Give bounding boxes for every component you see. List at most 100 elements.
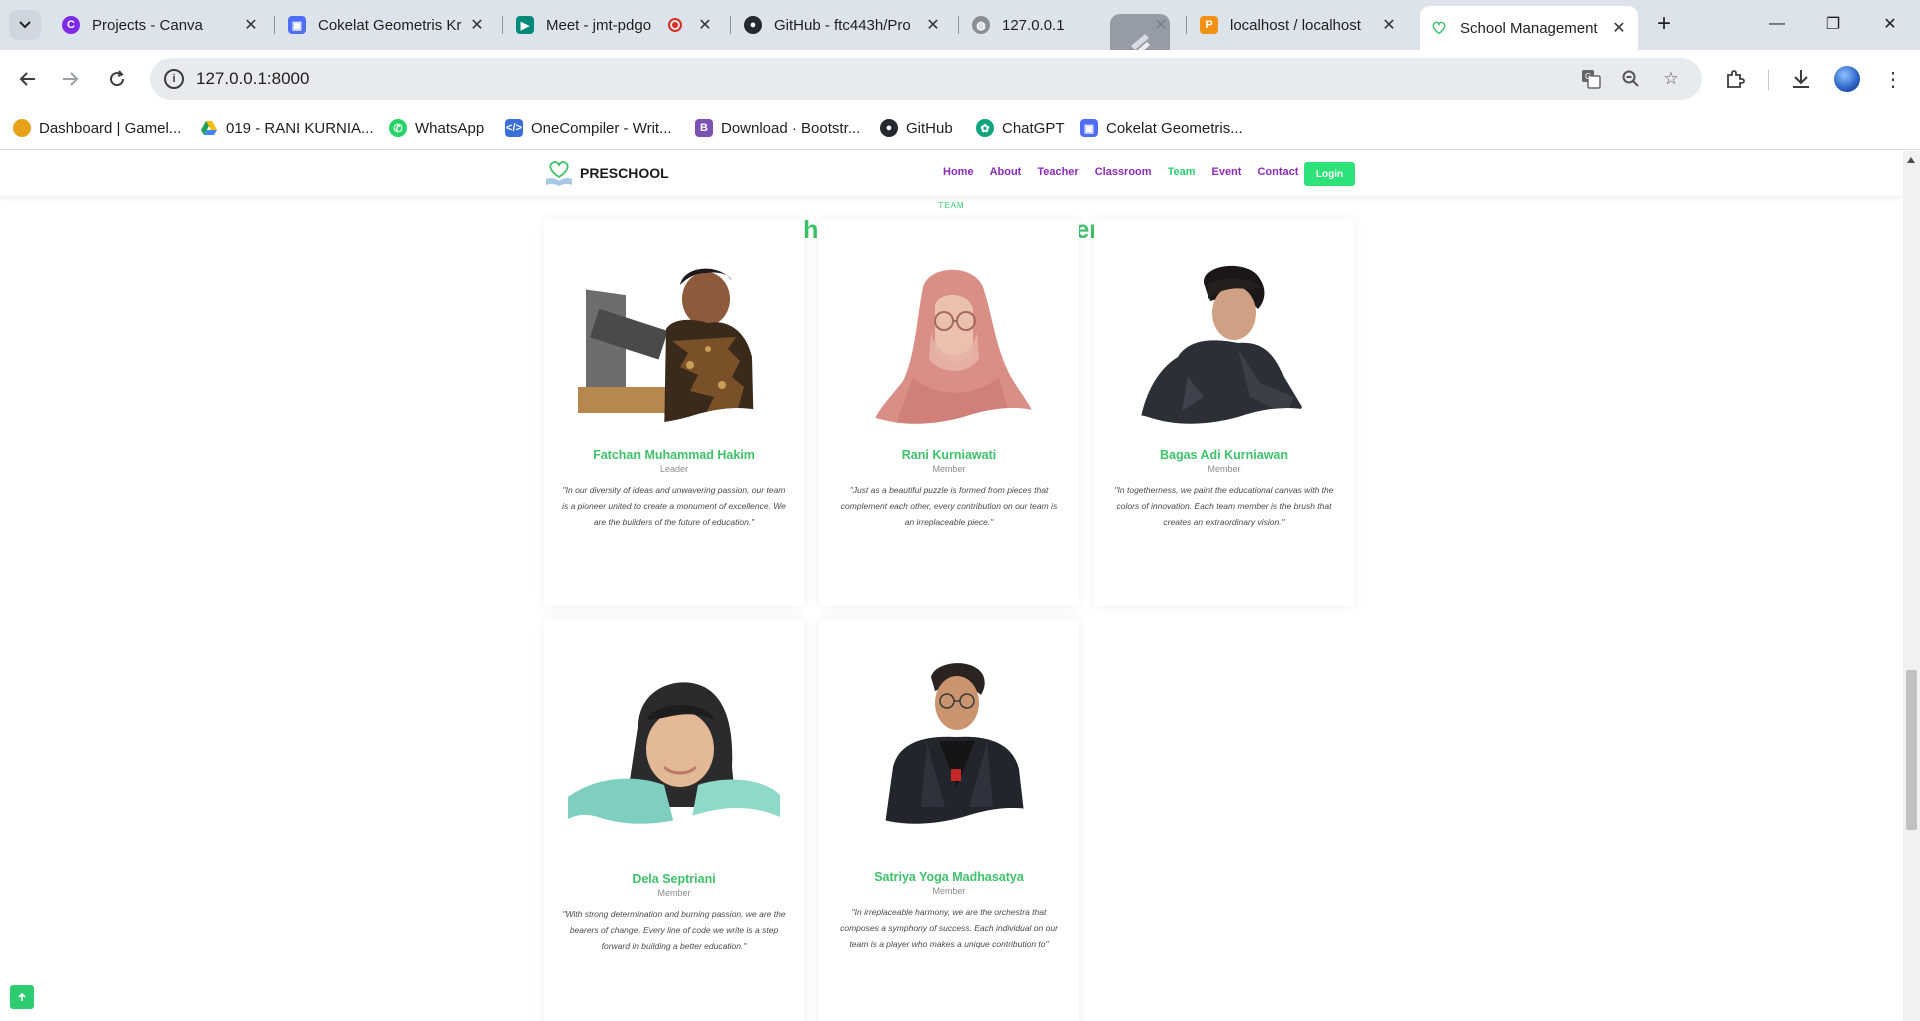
bookmark-item[interactable]: 019 - RANI KURNIA... [200, 116, 374, 140]
phpmyadmin-icon: P [1200, 16, 1218, 34]
bookmark-star-icon[interactable]: ☆ [1660, 68, 1682, 90]
scroll-up-arrow-icon[interactable] [1907, 157, 1915, 163]
login-button[interactable]: Login [1304, 162, 1355, 186]
restore-button[interactable]: ❐ [1813, 8, 1853, 40]
member-quote: "Just as a beautiful puzzle is formed fr… [840, 485, 1058, 527]
team-card: Bagas Adi Kurniawan Member "In togethern… [1094, 219, 1354, 606]
arrow-up-icon [18, 992, 26, 1001]
back-button[interactable] [12, 64, 42, 94]
close-window-button[interactable]: ✕ [1870, 8, 1910, 40]
nav-team[interactable]: Team [1168, 166, 1196, 178]
page-viewport: PRESCHOOL Home About Teacher Classroom T… [0, 151, 1903, 1021]
browser-tab[interactable]: P localhost / localhost ✕ [1190, 6, 1408, 44]
site-menu: Home About Teacher Classroom Team Event … [943, 166, 1298, 178]
heart-book-icon [1432, 21, 1446, 35]
nav-classroom[interactable]: Classroom [1095, 166, 1152, 178]
team-card: Fatchan Muhammad Hakim Leader "In our di… [544, 219, 804, 606]
member-role: Member [932, 464, 966, 474]
member-role: Member [657, 888, 691, 898]
url-text[interactable]: 127.0.0.1:8000 [196, 69, 309, 89]
member-photo [843, 257, 1055, 424]
member-role: Member [932, 886, 966, 896]
scrollbar-thumb[interactable] [1906, 670, 1917, 830]
browser-tab[interactable]: C Projects - Canva ✕ [52, 6, 270, 44]
chevron-down-icon [19, 21, 31, 29]
tab-divider [274, 16, 275, 34]
close-tab-icon[interactable]: ✕ [468, 15, 486, 35]
github-icon: ● [880, 119, 898, 137]
arrow-left-icon [19, 72, 35, 86]
bookmark-item[interactable]: ✆ WhatsApp [389, 116, 484, 140]
browser-tab-active[interactable]: School Management ✕ [1420, 6, 1638, 50]
download-icon[interactable] [1786, 64, 1816, 94]
nav-home[interactable]: Home [943, 166, 974, 178]
member-photo [1118, 257, 1330, 424]
github-icon: ● [744, 16, 762, 34]
bookmark-item[interactable]: </> OneCompiler - Writ... [505, 116, 672, 140]
address-bar[interactable]: i 127.0.0.1:8000 G ☆ [150, 58, 1702, 100]
code-icon: </> [505, 119, 523, 137]
close-tab-icon[interactable]: ✕ [1380, 15, 1398, 35]
member-quote: "In irreplaceable harmony, we are the or… [840, 907, 1058, 949]
site-info-icon[interactable]: i [164, 69, 184, 89]
slides-icon: ▣ [288, 16, 306, 34]
browser-tab[interactable]: ● GitHub - ftc443h/Pro ✕ [734, 6, 952, 44]
team-card: Satriya Yoga Madhasatya Member "In irrep… [819, 619, 1079, 1021]
svg-text:G: G [1585, 72, 1591, 81]
recording-icon [668, 18, 682, 32]
browser-tab[interactable]: ▶ Meet - jmt-pdgo ✕ [506, 6, 724, 44]
back-to-top-button[interactable] [10, 985, 34, 1009]
nav-teacher[interactable]: Teacher [1037, 166, 1078, 178]
drive-icon [201, 121, 217, 135]
reload-button[interactable] [102, 64, 132, 94]
member-name: Satriya Yoga Madhasatya [874, 870, 1024, 884]
site-brand[interactable]: PRESCHOOL [544, 159, 669, 187]
bookmark-item[interactable]: ● GitHub [880, 116, 953, 140]
more-menu-icon[interactable]: ⋮ [1878, 64, 1908, 94]
close-tab-icon[interactable]: ✕ [1610, 18, 1628, 38]
bookmark-item[interactable]: Dashboard | Gamel... [13, 116, 181, 140]
tab-search-button[interactable] [9, 10, 41, 40]
close-tab-icon[interactable]: ✕ [696, 15, 714, 35]
bookmark-item[interactable]: B Download · Bootstr... [695, 116, 860, 140]
section-tag: TEAM [938, 201, 965, 210]
member-name: Dela Septriani [632, 872, 716, 886]
arrow-right-icon [63, 72, 79, 86]
dashboard-icon [13, 119, 31, 137]
bookmark-item[interactable]: ▣ Cokelat Geometris... [1080, 116, 1243, 140]
minimize-button[interactable]: — [1757, 8, 1797, 40]
close-tab-icon[interactable]: ✕ [924, 15, 942, 35]
member-quote: "In togetherness, we paint the education… [1114, 485, 1334, 527]
forward-button[interactable] [56, 64, 86, 94]
member-photo [568, 657, 780, 824]
page-scrollbar[interactable] [1903, 151, 1920, 1021]
close-tab-icon[interactable]: ✕ [242, 15, 260, 35]
translate-icon[interactable]: G [1580, 68, 1602, 90]
profile-avatar[interactable] [1834, 66, 1860, 92]
heart-book-logo-icon [546, 161, 572, 186]
member-quote: "In our diversity of ideas and unwaverin… [562, 485, 786, 527]
nav-about[interactable]: About [990, 166, 1022, 178]
team-card: Rani Kurniawati Member "Just as a beauti… [819, 219, 1079, 606]
reload-icon [110, 70, 125, 87]
browser-tab[interactable]: ▣ Cokelat Geometris Kr ✕ [278, 6, 496, 44]
tab-divider [958, 16, 959, 34]
member-name: Bagas Adi Kurniawan [1159, 448, 1289, 462]
extensions-icon[interactable] [1720, 64, 1750, 94]
member-name: Fatchan Muhammad Hakim [593, 448, 755, 462]
new-tab-button[interactable]: + [1650, 10, 1678, 38]
bookmarks-bar: Dashboard | Gamel... 019 - RANI KURNIA..… [0, 108, 1920, 150]
tab-divider [1186, 16, 1187, 34]
tab-divider [730, 16, 731, 34]
whatsapp-icon: ✆ [389, 119, 407, 137]
nav-contact[interactable]: Contact [1257, 166, 1298, 178]
member-name: Rani Kurniawati [901, 448, 997, 462]
browser-toolbar: i 127.0.0.1:8000 G ☆ ⋮ [0, 50, 1920, 108]
toolbar-divider [1768, 70, 1769, 90]
nav-event[interactable]: Event [1211, 166, 1241, 178]
browser-tab-strip: C Projects - Canva ✕ ▣ Cokelat Geometris… [0, 0, 1920, 50]
zoom-icon[interactable] [1620, 68, 1642, 90]
slides-icon: ▣ [1080, 119, 1098, 137]
bookmark-item[interactable]: ✿ ChatGPT [976, 116, 1065, 140]
member-photo [568, 257, 780, 424]
